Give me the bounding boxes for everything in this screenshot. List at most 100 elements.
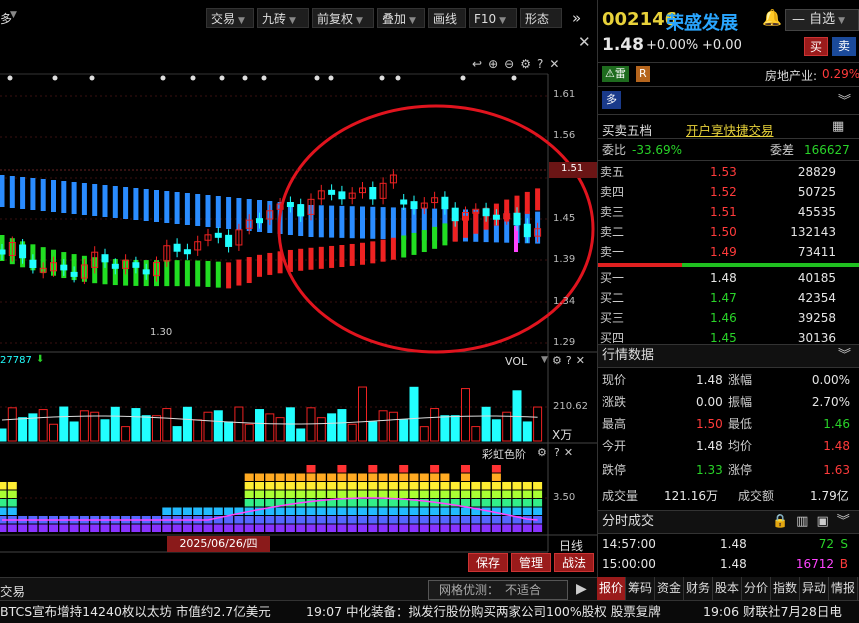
bid-row[interactable]: 买一 1.48 40185 [598,268,859,288]
tab-1[interactable]: 筹码 [626,577,655,600]
volume-bar [358,386,367,442]
stock-name[interactable]: 荣盛发展 [666,9,738,35]
rainbow-cell [59,524,69,532]
chevron-down-icon[interactable]: ︾ [838,90,851,109]
rainbow-cell [38,524,48,532]
rainbow-cell [347,499,357,507]
tab-8[interactable]: 情报 [829,577,858,600]
volume-bar [481,406,491,442]
rainbow-cell [265,516,275,524]
gear-icon[interactable]: ⚙ [537,446,547,459]
rainbow-cell [306,507,316,515]
signal-dot [314,75,320,81]
rainbow-cell [440,507,450,515]
rainbow-cell [399,516,409,524]
rainbow-cell [213,507,223,515]
rainbow-cell [7,482,17,490]
long-badge[interactable]: 多 [602,91,621,109]
tab-6[interactable]: 指数 [771,577,800,600]
rainbow-cell [306,499,316,507]
tab-0[interactable]: 报价 [597,577,626,600]
rainbow-cell [368,524,378,532]
ask-row[interactable]: 卖五 1.53 28829 [598,162,859,182]
ticks-title: 分时成交 [602,514,655,529]
rainbow-cell [440,473,450,481]
ask-row[interactable]: 卖二 1.50 132143 [598,222,859,242]
rainbow-panel-icons[interactable]: ?✕ [554,446,577,459]
bell-icon[interactable]: 🔔 [762,8,782,27]
ask-row[interactable]: 卖三 1.51 45535 [598,202,859,222]
ticker-item[interactable]: 19:06 财联社7月28日电 [703,601,842,623]
grid-test-value: 不适合 [505,583,542,597]
rainbow-cell [296,507,306,515]
rainbow-cell [491,524,501,532]
rainbow-cell [450,524,460,532]
low-price-label: 1.30 [150,327,173,338]
quote-header: 行情数据 ︾ [598,344,859,368]
tab-3[interactable]: 财务 [684,577,713,600]
chevron-down-icon[interactable]: ▼ [541,355,548,365]
rainbow-cell [316,524,326,532]
rainbow-cell [491,490,501,498]
strategy-button[interactable]: 战法 [554,553,594,572]
save-button[interactable]: 保存 [468,553,508,572]
thunder-tag[interactable]: ⚠雷 [602,66,629,82]
arrow-right-icon[interactable]: ▶ [576,581,587,597]
buy-button[interactable]: 买 [804,37,828,56]
sell-button[interactable]: 卖 [832,37,856,56]
rainbow-cell [337,490,347,498]
weibi-row: 委比 -33.69% 委差 166627 [602,143,850,157]
rainbow-cell [440,482,450,490]
signal-dot [219,75,225,81]
rainbow-cell [255,516,264,524]
volume-bar [69,421,79,442]
volume-bar [316,417,326,442]
ticks-icons[interactable]: 🔒▥▣︾ [772,511,858,533]
rainbow-cell [327,516,337,524]
rainbow-cell [440,490,450,498]
ticker-item[interactable]: 19:07 中化装备：拟发行股份购买两家公司100%股权 股票复牌 [306,601,661,623]
trade-label[interactable]: 交易 [0,581,25,600]
calculator-icon[interactable]: ▦ [832,119,844,134]
volume-bar [491,419,501,442]
chevron-down-icon[interactable]: ︾ [838,345,851,367]
rainbow-cell [285,473,295,481]
rainbow-cell [7,499,17,507]
rainbow-cell [265,473,275,481]
industry-label[interactable]: 房地产业: [765,67,817,84]
quote-row: 跌停 1.33 涨停 1.63 [602,463,850,477]
tab-5[interactable]: 分价 [742,577,771,600]
tab-2[interactable]: 资金 [655,577,684,600]
vol-panel-icons[interactable]: ⚙?✕ [552,354,589,367]
rainbow-cell [409,507,419,515]
r-tag[interactable]: R [636,66,650,82]
watchlist-button[interactable]: — 自选 ▼ [785,9,859,31]
volume-bar [450,415,460,442]
volume-bars [0,386,543,442]
bid-row[interactable]: 买二 1.47 42354 [598,288,859,308]
orderbook-link[interactable]: 开户享快捷交易 [686,120,774,139]
rainbow-tick: 3.50 [553,492,576,503]
chart-area[interactable]: 多 ▼ 交易 ▼ 九砖 ▼ 前复权 ▼ 叠加 ▼ 画线 F10 ▼ 形态 » ✕ ↩⊕⊖⚙… [0,0,597,601]
rainbow-cell [172,507,182,515]
tab-4[interactable]: 股本 [713,577,742,600]
signal-dot [7,75,13,81]
rainbow-cell [430,473,440,481]
candle-body [111,263,119,269]
ask-row[interactable]: 卖四 1.52 50725 [598,182,859,202]
rainbow-cell [378,507,388,515]
volume-bar [79,410,89,442]
rainbow-cell [285,516,295,524]
grid-test-box[interactable]: 网格优测： 不适合 [428,580,568,600]
ticker-item[interactable]: BTCS宣布增持14240枚以太坊 市值约2.7亿美元 [0,601,271,623]
ask-row[interactable]: 卖一 1.49 73411 [598,242,859,262]
manage-button[interactable]: 管理 [511,553,551,572]
rainbow-cell [430,516,440,524]
tab-7[interactable]: 异动 [800,577,829,600]
period-label[interactable]: 日线 [559,537,583,554]
rainbow-cell [440,516,450,524]
bid-row[interactable]: 买三 1.46 39258 [598,308,859,328]
volume-bar [90,411,100,442]
candle-body [214,232,222,238]
signal-dot [328,75,334,81]
